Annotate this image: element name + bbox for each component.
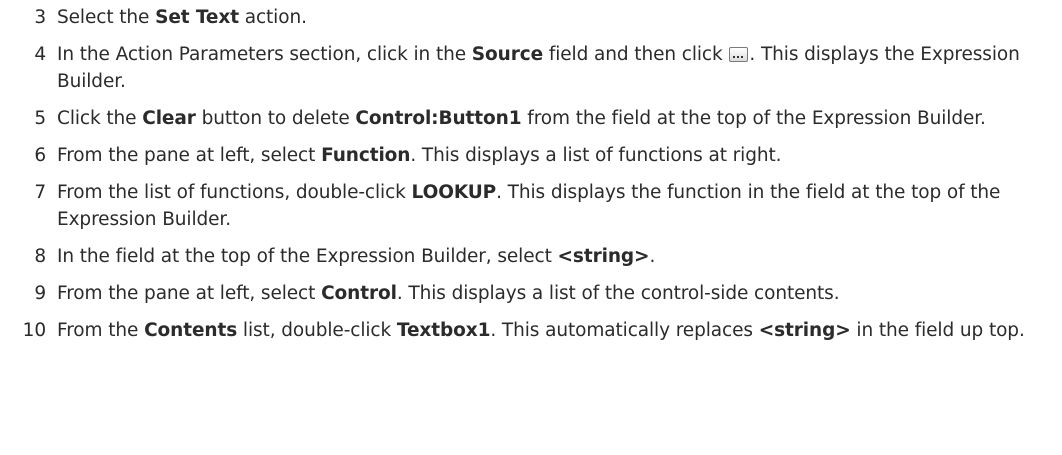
bold-term: Function [321, 145, 411, 166]
text-run: field and then click [543, 44, 729, 65]
instruction-steps: 3 Select the Set Text action. 4 In the Acti… [18, 4, 1058, 354]
step-text: From the pane at left, select Function. … [57, 142, 1058, 169]
text-run: From the pane at left, select [57, 283, 322, 304]
step-item: 9 From the pane at left, select Control. … [18, 280, 1058, 307]
step-number: 5 [34, 108, 46, 129]
text-run: From the list of functions, double-click [57, 182, 412, 203]
text-run: From the [57, 320, 145, 341]
text-run: action. [238, 7, 307, 28]
text-run: From the pane at left, select [57, 145, 322, 166]
text-run: in the field up top. [850, 320, 1025, 341]
bold-term: Control [321, 283, 397, 304]
text-run: . [649, 246, 656, 267]
text-run: Select the [57, 7, 156, 28]
text-run: . This displays a list of functions at r… [410, 145, 782, 166]
text-run: from the field at the top of the Express… [521, 108, 986, 129]
step-text: From the Contents list, double-click Tex… [57, 317, 1058, 344]
step-number: 10 [22, 320, 46, 341]
text-run: In the field at the top of the Expressio… [57, 246, 558, 267]
ellipsis-button-icon [729, 47, 749, 62]
bold-term: Contents [144, 320, 238, 341]
bold-term: Clear [142, 108, 196, 129]
text-run: . This automatically replaces [490, 320, 759, 341]
step-number: 7 [34, 182, 46, 203]
step-text: In the Action Parameters section, click … [57, 41, 1058, 95]
step-text: Click the Clear button to delete Control… [57, 105, 1058, 132]
step-number: 4 [34, 44, 46, 65]
text-run: Click the [57, 108, 143, 129]
step-item: 5 Click the Clear button to delete Contro… [18, 105, 1058, 132]
text-run: . This displays a list of the control-si… [396, 283, 840, 304]
step-text: From the pane at left, select Control. T… [57, 280, 1058, 307]
step-number: 8 [34, 246, 46, 267]
step-text: In the field at the top of the Expressio… [57, 243, 1058, 270]
step-item: 4 In the Action Parameters section, click… [18, 41, 1058, 95]
step-item: 8 In the field at the top of the Expressi… [18, 243, 1058, 270]
step-item: 10 From the Contents list, double-click T… [18, 317, 1058, 344]
step-item: 7 From the list of functions, double-clic… [18, 179, 1058, 233]
bold-term: <string> [557, 246, 650, 267]
step-number: 9 [34, 283, 46, 304]
bold-term: Source [471, 44, 544, 65]
step-number: 6 [34, 145, 46, 166]
step-item: 3 Select the Set Text action. [18, 4, 1058, 31]
text-run: In the Action Parameters section, click … [57, 44, 472, 65]
step-text: Select the Set Text action. [57, 4, 1058, 31]
text-run: list, double-click [237, 320, 397, 341]
step-number: 3 [34, 7, 46, 28]
step-text: From the list of functions, double-click… [57, 179, 1058, 233]
bold-term: <string> [758, 320, 851, 341]
bold-term: Textbox1 [396, 320, 491, 341]
text-run: button to delete [195, 108, 356, 129]
bold-term: Set Text [155, 7, 239, 28]
step-item: 6 From the pane at left, select Function.… [18, 142, 1058, 169]
bold-term: LOOKUP [411, 182, 497, 203]
bold-term: Control:Button1 [355, 108, 522, 129]
